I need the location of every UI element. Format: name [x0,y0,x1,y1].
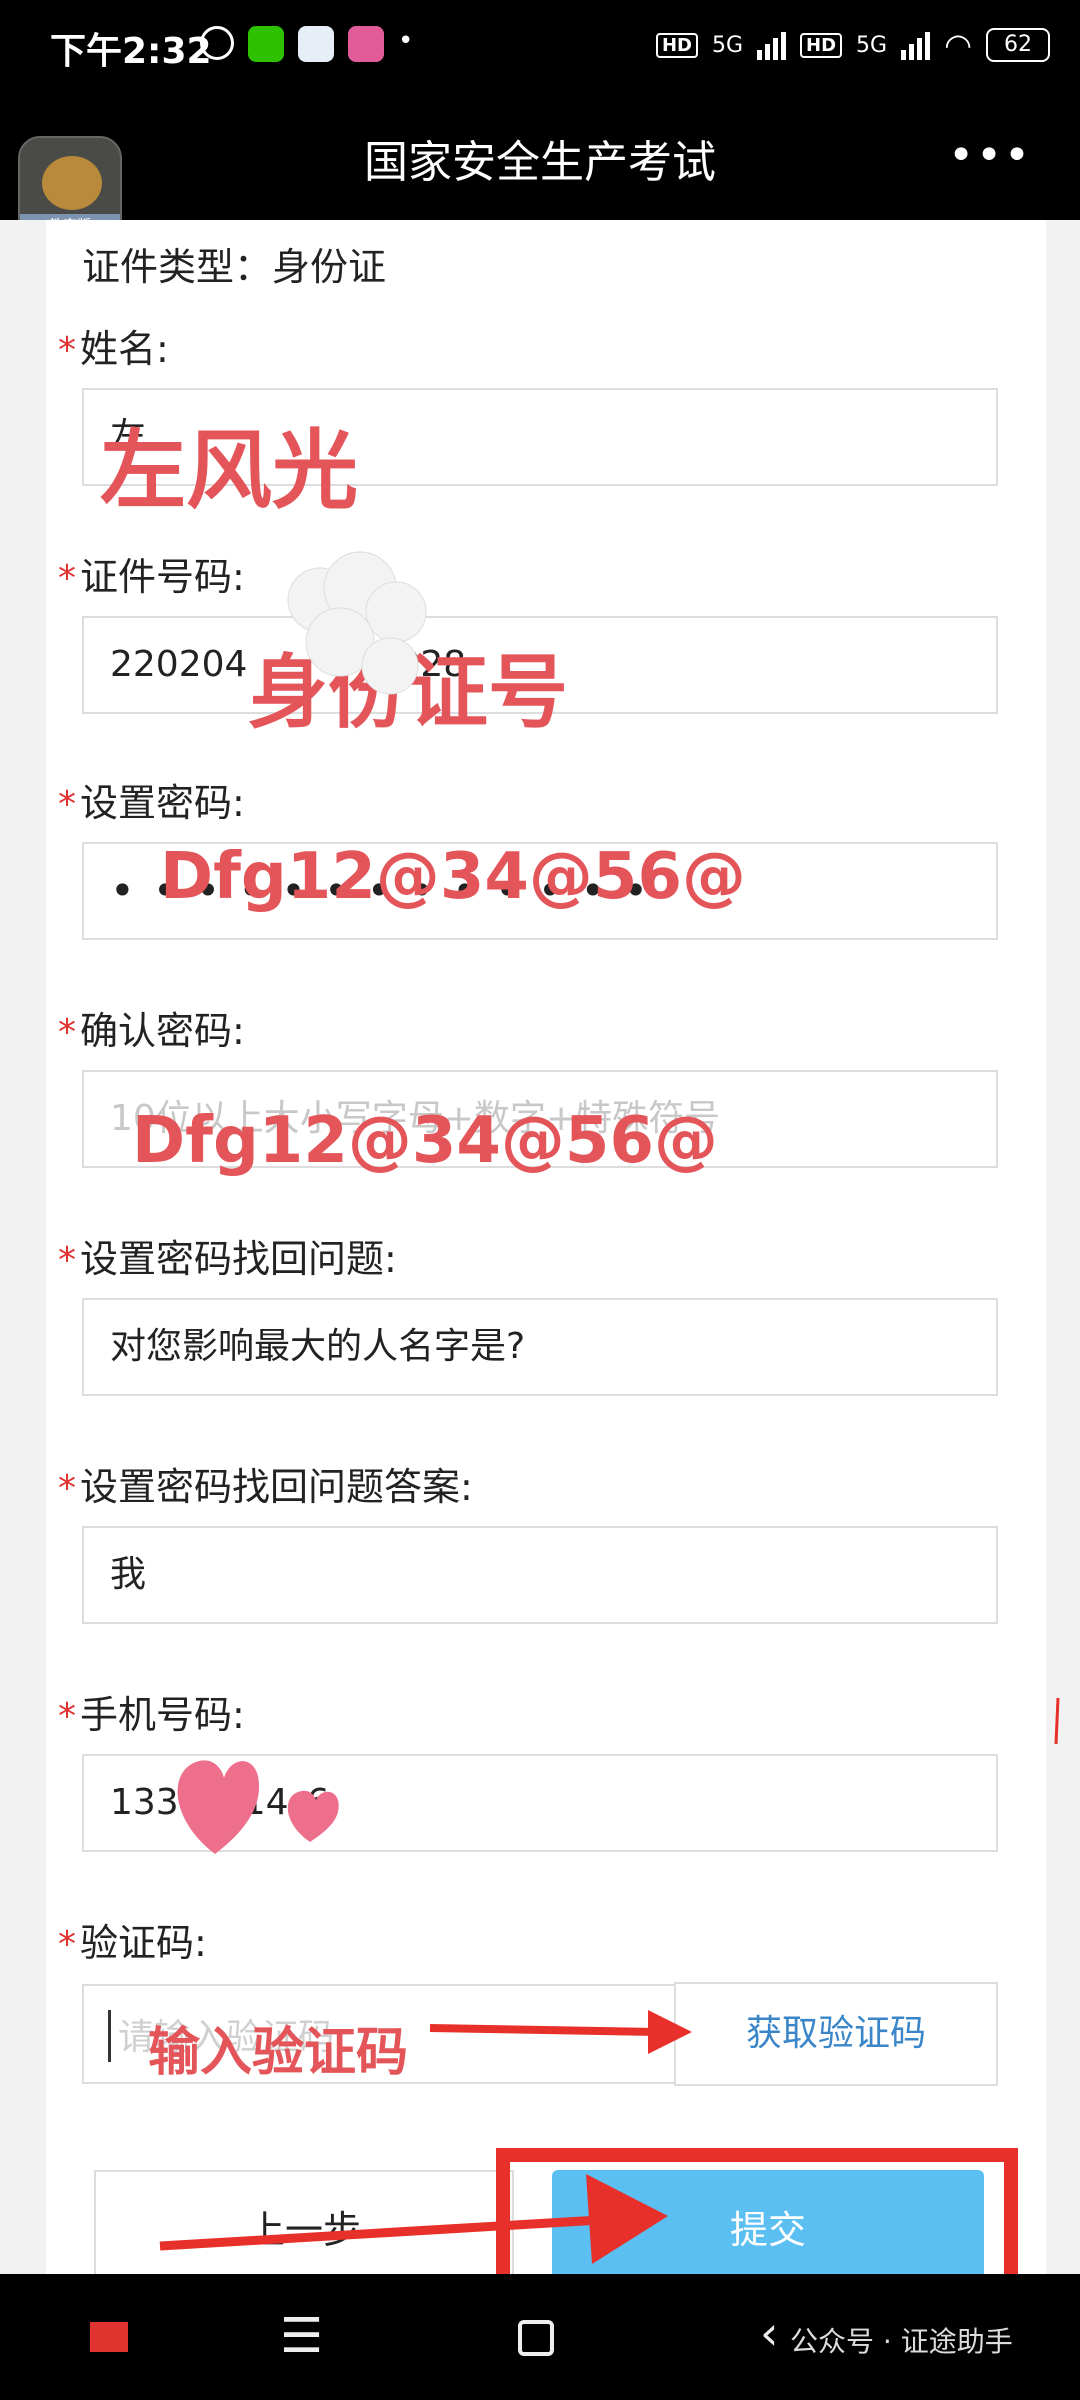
recording-indicator-icon [90,2322,128,2352]
back-icon[interactable]: ‹ [760,2306,778,2360]
hd-icon-2: HD [800,32,843,58]
form-area: 证件类型：身份证 * 姓名: 左 左风光 * 证件号码: 220204 028 身份证… [0,220,1080,2274]
notification-dot-icon: • [398,26,414,56]
status-app-icons: • [200,26,413,62]
title-bar: ✕ 教育版 国家安全生产考试 ••• [0,92,1080,240]
page-title: 国家安全生产考试 [364,137,716,188]
more-icon[interactable]: ••• [948,130,1032,181]
menu-icon[interactable]: ☰ [280,2308,323,2364]
privacy-scribble-id [287,551,427,695]
heart-icon [177,1760,260,1854]
annotation-overlay [159,551,1060,2264]
battery-icon: 62 [986,28,1050,62]
signal-icon [757,30,787,60]
status-bar: 下午2:32 • HD 5G HD 5G ◠ 62 [0,0,1080,92]
watermark-text: 公众号 · 证途助手 [790,2325,1013,2358]
network-label-2: 5G [856,32,888,58]
arrow-to-get-code [429,2010,692,2054]
heart-icon-small [287,1790,339,1842]
network-label-1: 5G [711,32,744,58]
app-icon [298,26,334,62]
arrow-to-submit [159,2174,668,2264]
status-time: 下午2:32 [50,31,212,72]
app-icon-pink [348,26,384,62]
alarm-icon [200,26,234,60]
status-right: HD 5G HD 5G ◠ 62 [655,26,1050,64]
home-icon[interactable] [518,2320,554,2356]
signal-icon-2 [901,30,931,60]
hd-icon: HD [655,32,698,58]
wifi-icon: ◠ [944,26,972,64]
system-nav-bar: ☰ ‹ 公众号 · 证途助手 [0,2274,1080,2400]
scroll-mark [1054,1697,1060,1745]
wechat-icon [248,26,284,62]
